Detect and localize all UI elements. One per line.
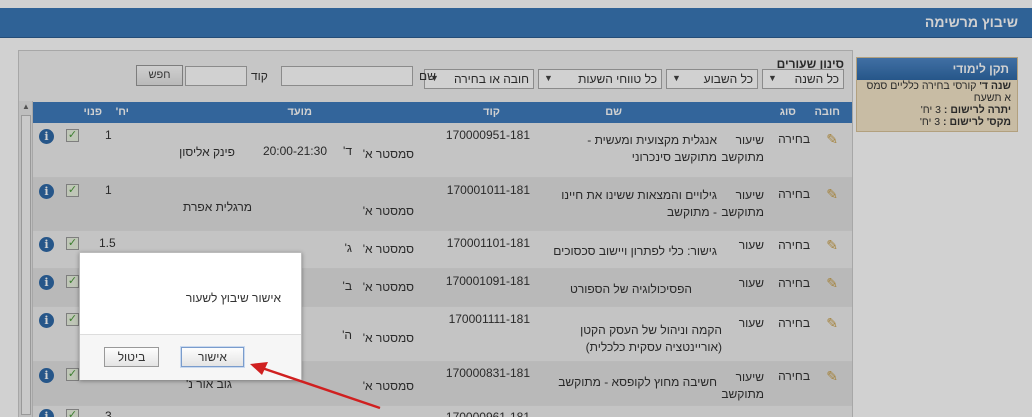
page: שיבוץ מרשימה תקן לימודי שנה ד' קורסי בחי… <box>0 0 1032 417</box>
annotation-arrow-icon <box>250 362 381 410</box>
